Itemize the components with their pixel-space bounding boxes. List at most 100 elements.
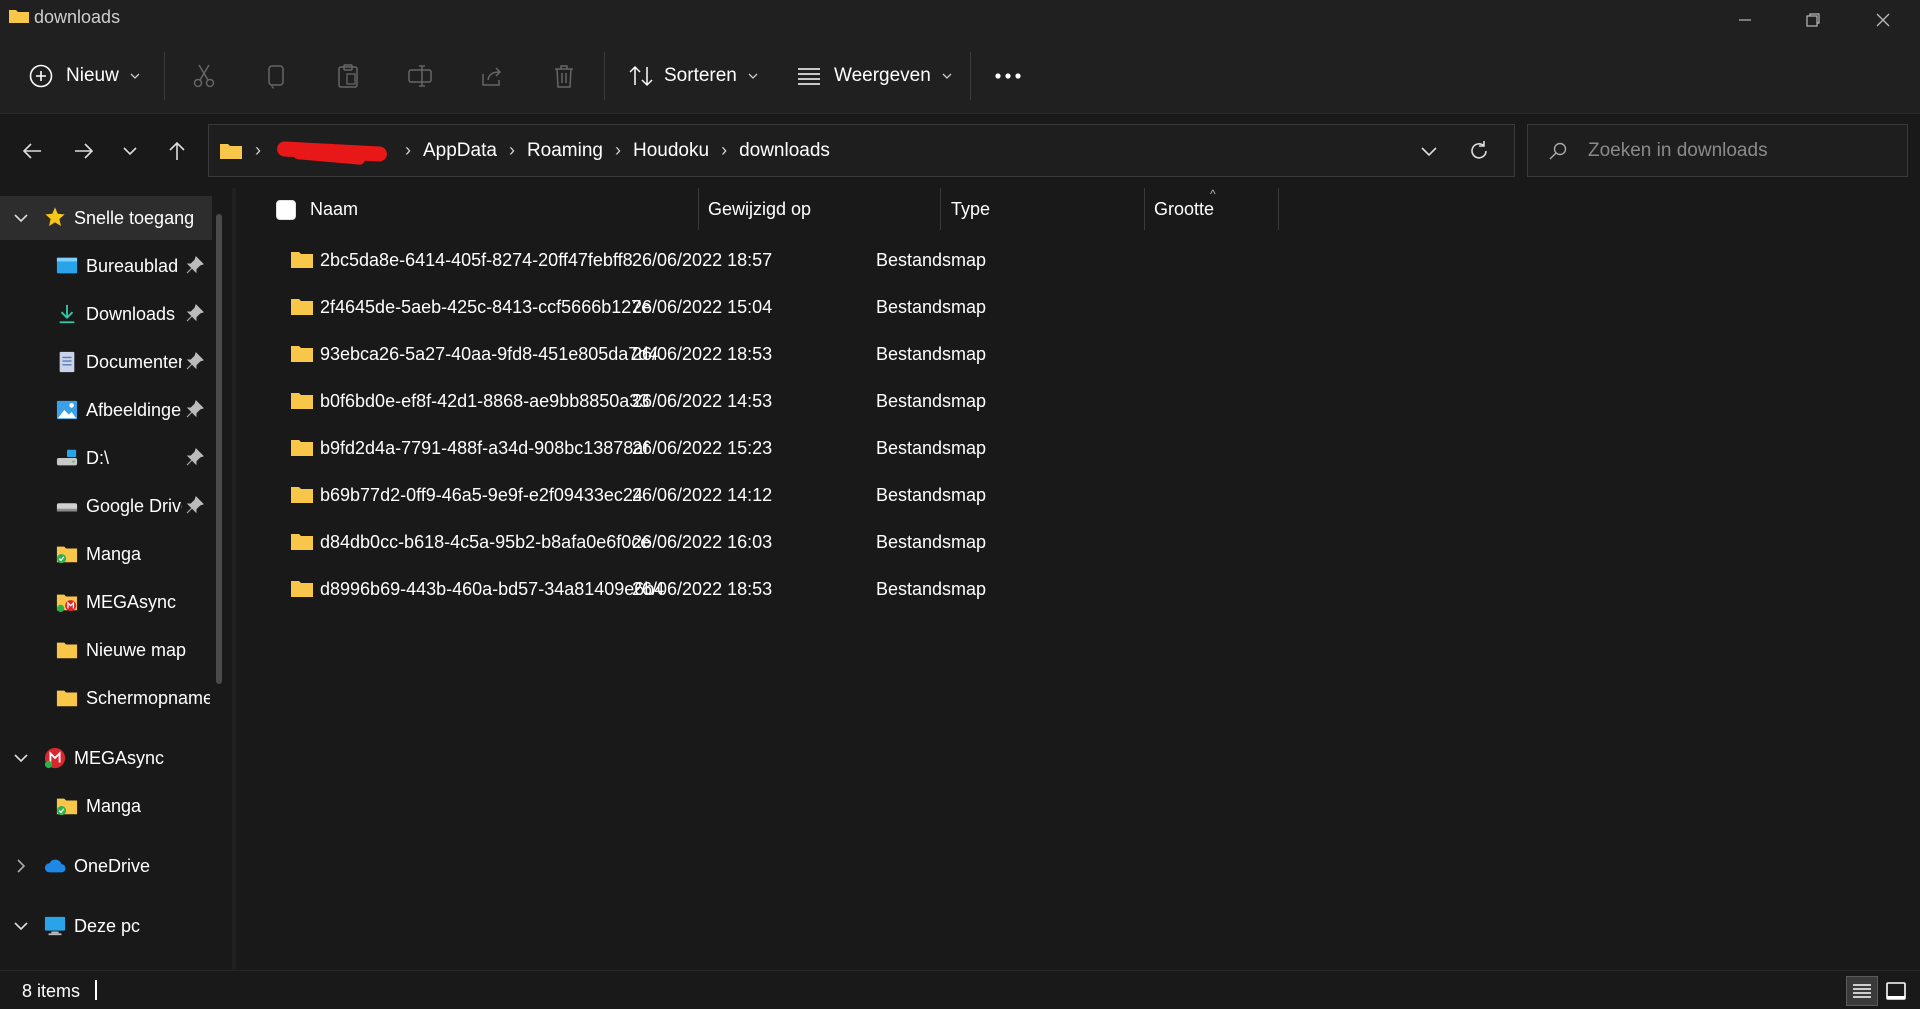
copy-icon (268, 65, 284, 89)
sync-folder-icon (56, 798, 78, 816)
delete-button[interactable] (546, 58, 582, 94)
breadcrumb-houdoku[interactable]: Houdoku (633, 140, 709, 162)
sidebar-item-downloads[interactable]: Downloads (0, 292, 212, 336)
view-button[interactable]: Weergeven (796, 56, 953, 96)
sidebar-item-desktop[interactable]: Bureaublad (0, 244, 212, 288)
recent-locations-button[interactable] (110, 131, 150, 171)
breadcrumb: › › AppData › Roaming › Houdoku › downlo… (219, 125, 830, 176)
sidebar-item-new-folder[interactable]: Nieuwe map (0, 628, 212, 672)
column-resize-handle[interactable] (1278, 188, 1279, 230)
table-row[interactable]: b69b77d2-0ff9-46a5-9e9f-e2f09433ec24 26/0… (276, 472, 1316, 519)
sync-folder-icon (56, 546, 78, 564)
sidebar-item-manga[interactable]: Manga (0, 532, 212, 576)
address-bar[interactable]: › › AppData › Roaming › Houdoku › downlo… (208, 124, 1515, 177)
column-header-name[interactable]: Naam (310, 188, 358, 230)
restore-button[interactable] (1778, 0, 1848, 40)
table-row[interactable]: d84db0cc-b618-4c5a-95b2-b8afa0e6f0ce 26/0… (276, 519, 1316, 566)
file-type: Bestandsmap (876, 485, 987, 505)
breadcrumb-appdata[interactable]: AppData (423, 140, 497, 162)
minimize-button[interactable] (1710, 0, 1780, 40)
sidebar-item-manga-mega[interactable]: Manga (0, 784, 212, 828)
column-header-type[interactable]: Type (951, 188, 990, 230)
breadcrumb-downloads[interactable]: downloads (739, 140, 830, 162)
refresh-button[interactable] (1459, 133, 1499, 169)
column-resize-handle[interactable] (1144, 188, 1145, 230)
table-row[interactable]: 2f4645de-5aeb-425c-8413-ccf5666b127e 26/0… (276, 284, 1316, 331)
column-resize-handle[interactable] (698, 188, 699, 230)
sort-icon (629, 65, 653, 87)
cut-button[interactable] (186, 58, 222, 94)
computer-icon (44, 916, 66, 936)
folder-icon (291, 534, 313, 550)
close-button[interactable] (1848, 0, 1918, 40)
view-label: Weergeven (834, 65, 931, 86)
file-modified: 26/06/2022 18:53 (632, 344, 773, 364)
column-header-modified[interactable]: Gewijzigd op (708, 188, 811, 230)
file-name: b9fd2d4a-7791-488f-a34d-908bc13878af (320, 438, 649, 458)
file-modified: 26/06/2022 16:03 (632, 532, 773, 552)
pin-icon (186, 448, 204, 466)
tiles-view-button[interactable] (1880, 976, 1912, 1006)
breadcrumb-roaming[interactable]: Roaming (527, 140, 603, 162)
sidebar-item-label: D:\ (86, 447, 110, 468)
forward-button[interactable] (64, 131, 104, 171)
search-input[interactable] (1588, 135, 1888, 167)
table-row[interactable]: b9fd2d4a-7791-488f-a34d-908bc13878af 26/0… (276, 425, 1316, 472)
tiles-view-icon (1886, 982, 1906, 1000)
drive-icon (56, 503, 78, 512)
file-name: b0f6bd0e-ef8f-42d1-8868-ae9bb8850a33 (320, 391, 650, 411)
rename-button[interactable] (402, 58, 438, 94)
sidebar-item-google-drive[interactable]: Google Drive (0, 484, 212, 528)
mega-icon (44, 747, 66, 769)
column-resize-handle[interactable] (940, 188, 941, 230)
details-view-button[interactable] (1846, 976, 1878, 1006)
new-button[interactable]: Nieuw (28, 56, 141, 96)
pin-icon (186, 256, 204, 274)
breadcrumb-separator: › (615, 140, 621, 160)
sidebar-item-quick-access[interactable]: Snelle toegang (0, 196, 212, 240)
folder-icon (56, 642, 78, 659)
back-button[interactable] (12, 131, 52, 171)
details-view-icon (1853, 984, 1871, 998)
minimize-icon (1739, 19, 1751, 21)
sidebar-item-this-pc[interactable]: Deze pc (0, 904, 212, 948)
mega-folder-icon (56, 594, 78, 613)
search-box[interactable] (1527, 124, 1908, 177)
plus-circle-icon (29, 64, 53, 88)
sidebar-item-pictures[interactable]: Afbeeldingen (0, 388, 212, 432)
table-row[interactable]: 93ebca26-5a27-40aa-9fd8-451e805da7d4 26/0… (276, 331, 1316, 378)
file-name: d84db0cc-b618-4c5a-95b2-b8afa0e6f0ce (320, 532, 651, 552)
sidebar-item-label: MEGAsync (74, 747, 165, 768)
sidebar-item-documents[interactable]: Documenten (0, 340, 212, 384)
pin-icon (186, 496, 204, 514)
sidebar-item-label: Nieuwe map (86, 639, 187, 660)
desktop-icon (56, 257, 78, 274)
sidebar-item-onedrive[interactable]: OneDrive (0, 844, 212, 888)
sidebar-item-megasync-folder[interactable]: MEGAsync (0, 580, 212, 624)
refresh-icon (1471, 141, 1487, 159)
sidebar-scrollbar[interactable] (216, 214, 222, 684)
more-options-button[interactable] (990, 58, 1026, 94)
table-row[interactable]: 2bc5da8e-6414-405f-8274-20ff47febff8 26/0… (276, 237, 1316, 284)
list-view-icon (798, 68, 820, 85)
command-bar: Nieuw Sorteren Weergeven (0, 38, 1920, 114)
sidebar-item-drive-d[interactable]: D:\ (0, 436, 212, 480)
sidebar-item-label: Google Drive (86, 495, 182, 516)
column-header-size[interactable]: Grootte (1154, 188, 1214, 230)
share-button[interactable] (474, 58, 510, 94)
copy-button[interactable] (258, 58, 294, 94)
file-modified: 26/06/2022 18:53 (632, 579, 773, 599)
table-row[interactable]: d8996b69-443b-460a-bd57-34a81409e6b4 26/0… (276, 566, 1316, 613)
sidebar-item-screenshots[interactable]: Schermopnamen (0, 676, 212, 720)
sidebar-item-megasync[interactable]: MEGAsync (0, 736, 212, 780)
sort-button[interactable]: Sorteren (628, 56, 759, 96)
paste-button[interactable] (330, 58, 366, 94)
address-history-button[interactable] (1409, 133, 1449, 169)
select-all-checkbox[interactable] (276, 200, 296, 220)
table-row[interactable]: b0f6bd0e-ef8f-42d1-8868-ae9bb8850a33 26/0… (276, 378, 1316, 425)
scissors-icon (193, 64, 215, 88)
file-modified: 26/06/2022 15:23 (632, 438, 773, 458)
folder-icon (220, 143, 242, 159)
chevron-down-icon (14, 754, 28, 763)
up-button[interactable] (157, 131, 197, 171)
